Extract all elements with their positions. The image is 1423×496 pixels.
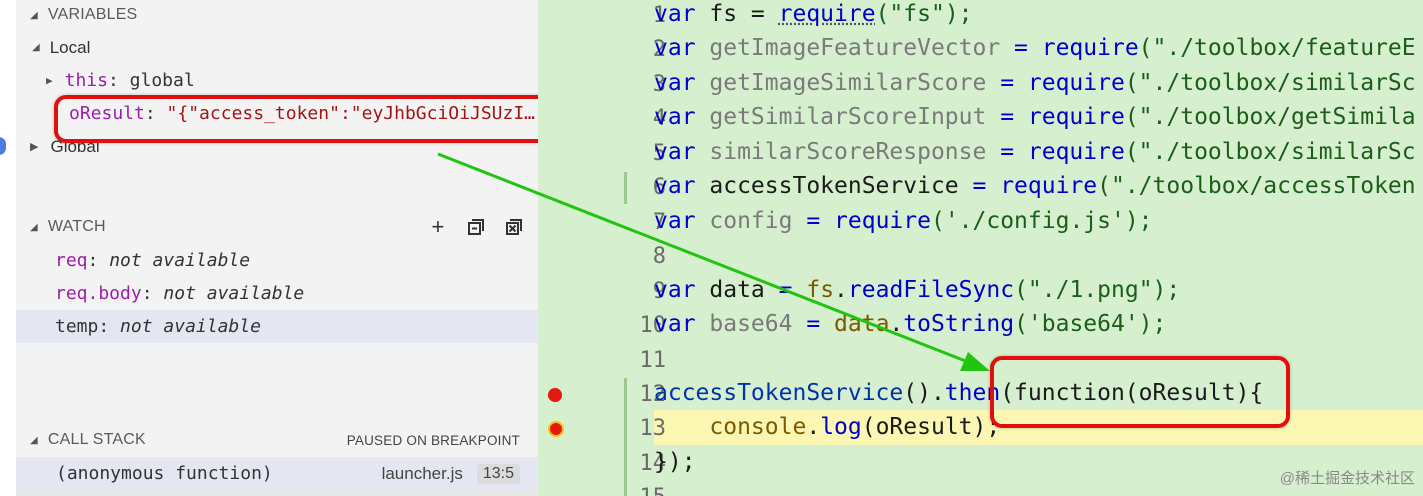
- annotation-arrow: [437, 152, 990, 371]
